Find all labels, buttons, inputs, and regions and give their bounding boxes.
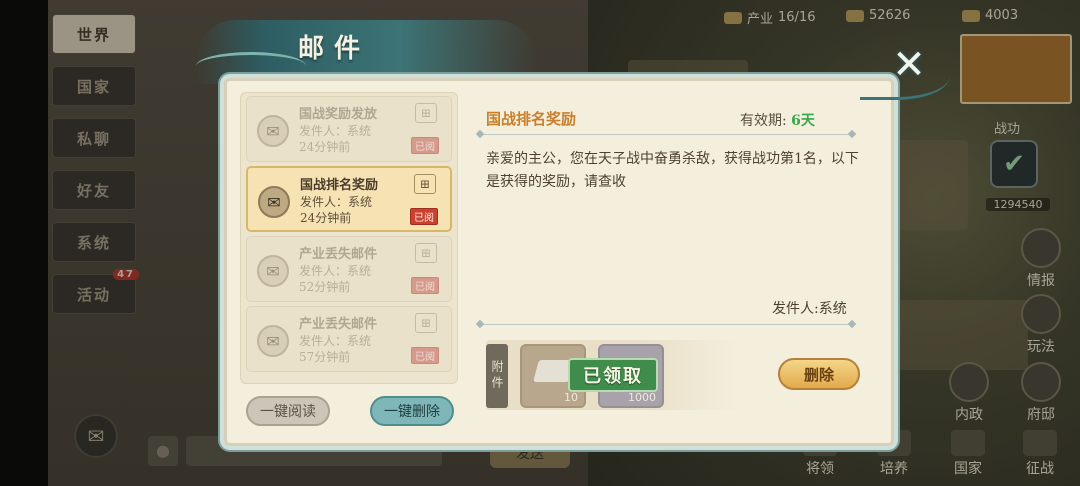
validity-label: 有效期: <box>740 113 787 129</box>
validity-value: 6天 <box>791 113 815 129</box>
mail-list-item[interactable]: ✉ 国战奖励发放 发件人：系统 24分钟前 ⊞ 已阅 <box>246 96 452 162</box>
gift-icon: ⊞ <box>415 313 437 333</box>
mail-item-time: 24分钟前 <box>300 211 352 225</box>
divider <box>480 324 852 325</box>
divider <box>480 134 852 135</box>
attachment-qty: 10 <box>564 391 578 404</box>
mail-item-time: 57分钟前 <box>299 350 351 364</box>
read-tag: 已阅 <box>411 277 439 294</box>
mail-item-sender: 发件人：系统 <box>299 334 372 348</box>
mail-item-sender: 发件人：系统 <box>300 195 373 209</box>
mail-item-title: 产业丢失邮件 <box>299 317 378 332</box>
attachment-qty: 1000 <box>628 391 656 404</box>
mail-list-item[interactable]: ✉ 产业丢失邮件 发件人：系统 57分钟前 ⊞ 已阅 <box>246 306 452 372</box>
dialog-title: 邮件 <box>298 34 371 64</box>
read-tag: 已阅 <box>411 347 439 364</box>
mail-item-time: 24分钟前 <box>299 140 351 154</box>
mail-detail-title: 国战排名奖励 <box>486 110 577 128</box>
delete-all-button[interactable]: 一键删除 <box>370 396 454 426</box>
mail-sender: 发件人:系统 <box>772 301 847 317</box>
read-tag: 已阅 <box>411 137 439 154</box>
mail-list-item-selected[interactable]: ✉ 国战排名奖励 发件人：系统 24分钟前 ⊞ 已阅 <box>246 166 452 232</box>
read-tag: 已阅 <box>410 208 438 225</box>
mail-item-sender: 发件人：系统 <box>299 124 372 138</box>
gift-icon: ⊞ <box>414 174 436 194</box>
mail-item-title: 国战奖励发放 <box>299 107 378 122</box>
gift-icon: ⊞ <box>415 243 437 263</box>
delete-button[interactable]: 删除 <box>778 358 860 390</box>
envelope-icon: ✉ <box>258 186 290 218</box>
mail-body: 亲爱的主公，您在天子战中奋勇杀敌，获得战功第1名，以下是获得的奖励，请查收 <box>486 151 859 190</box>
attachment-label: 附件 <box>486 344 508 408</box>
envelope-icon: ✉ <box>257 325 289 357</box>
read-all-button[interactable]: 一键阅读 <box>246 396 330 426</box>
validity: 有效期: 6天 <box>740 110 815 130</box>
close-icon: ✕ <box>892 42 926 88</box>
envelope-icon: ✉ <box>257 255 289 287</box>
cloud-decoration <box>196 52 306 80</box>
mail-item-title: 国战排名奖励 <box>300 178 379 193</box>
mail-item-time: 52分钟前 <box>299 280 351 294</box>
mail-item-sender: 发件人：系统 <box>299 264 372 278</box>
mail-item-title: 产业丢失邮件 <box>299 247 378 262</box>
gift-icon: ⊞ <box>415 103 437 123</box>
envelope-icon: ✉ <box>257 115 289 147</box>
claimed-stamp: 已领取 <box>568 358 658 392</box>
mail-list-item[interactable]: ✉ 产业丢失邮件 发件人：系统 52分钟前 ⊞ 已阅 <box>246 236 452 302</box>
close-button[interactable]: ✕ <box>884 40 934 90</box>
